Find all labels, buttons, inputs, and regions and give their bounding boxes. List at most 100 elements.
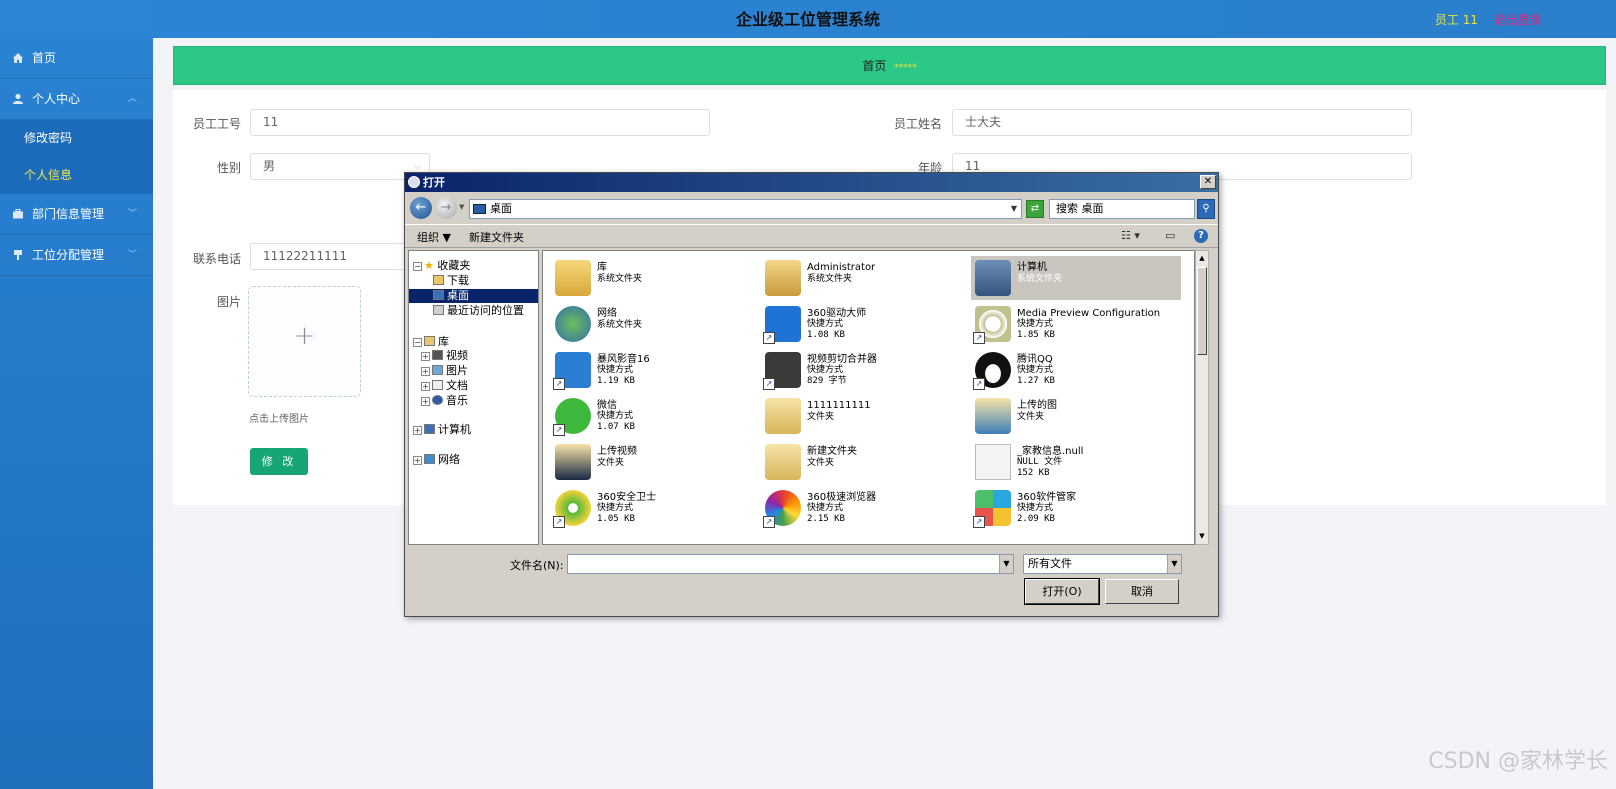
file-item-uploaded-images[interactable]: 上传的图 文件夹 xyxy=(971,394,1181,438)
address-bar[interactable]: 桌面 ▼ xyxy=(469,199,1022,219)
image-upload[interactable]: + xyxy=(248,286,361,397)
view-options-icon[interactable]: ☷ ▾ xyxy=(1121,229,1140,242)
breadcrumb-home[interactable]: 首页 xyxy=(862,59,886,73)
preview-pane-icon[interactable]: ▭ xyxy=(1165,229,1175,242)
shortcut-arrow-icon: ↗ xyxy=(553,424,565,436)
emp-name-field[interactable]: 士大夫 xyxy=(952,109,1412,136)
expand-icon[interactable]: + xyxy=(421,397,430,406)
tree-recent[interactable]: 最近访问的位置 xyxy=(433,304,524,318)
sidebar-subitem-personal-info[interactable]: 个人信息 xyxy=(0,157,153,194)
penguin-icon: ↗ xyxy=(973,352,1011,390)
file-item-baofeng[interactable]: ↗ 暴风影音16 快捷方式 1.19 KB xyxy=(551,348,761,392)
file-size: 829 字节 xyxy=(807,376,847,386)
tree-downloads[interactable]: 下载 xyxy=(433,274,469,288)
network-icon xyxy=(424,454,435,464)
help-icon[interactable]: ? xyxy=(1194,229,1208,243)
tree-music[interactable]: + 音乐 xyxy=(421,394,468,408)
dialog-titlebar[interactable]: 打开 ✕ xyxy=(405,173,1218,192)
file-name: 网络 xyxy=(597,308,617,319)
music-icon xyxy=(432,395,443,405)
file-item-360-safe[interactable]: ↗ 360安全卫士 快捷方式 1.05 KB xyxy=(551,486,761,530)
chevron-down-icon: ﹀ xyxy=(127,250,137,260)
tree-pictures[interactable]: + 图片 xyxy=(421,364,468,378)
submit-button[interactable]: 修 改 xyxy=(250,448,308,475)
file-item-video-cutter[interactable]: ↗ 视频剪切合并器 快捷方式 829 字节 xyxy=(761,348,971,392)
tree-favorites[interactable]: − ★ 收藏夹 xyxy=(413,259,470,273)
tree-documents[interactable]: + 文档 xyxy=(421,379,468,393)
back-arrow-icon[interactable]: ← xyxy=(410,197,432,219)
sidebar-item-station[interactable]: 工位分配管理 ﹀ xyxy=(0,235,153,276)
file-type: 系统文件夹 xyxy=(807,274,853,284)
filetype-value: 所有文件 xyxy=(1028,557,1072,570)
file-item-libraries[interactable]: 库 系统文件夹 xyxy=(551,256,761,300)
expand-icon[interactable]: + xyxy=(421,382,430,391)
file-item-360-software[interactable]: ↗ 360软件管家 快捷方式 2.09 KB xyxy=(971,486,1181,530)
phone-field[interactable]: 11122211111 xyxy=(250,243,430,270)
file-size: 1.07 KB xyxy=(597,422,635,432)
sidebar-item-personal-center[interactable]: 个人中心 ︿ xyxy=(0,79,153,120)
expand-icon[interactable]: + xyxy=(421,352,430,361)
tree-network[interactable]: + 网络 xyxy=(413,453,460,467)
filetype-select[interactable]: 所有文件 ▼ xyxy=(1023,554,1182,574)
emp-no-field[interactable]: 11 xyxy=(250,109,710,136)
history-dropdown-icon[interactable]: ▼ xyxy=(459,203,464,211)
cancel-button[interactable]: 取消 xyxy=(1105,579,1179,604)
file-item-360-driver[interactable]: ↗ 360驱动大师 快捷方式 1.08 KB xyxy=(761,302,971,346)
shortcut-arrow-icon: ↗ xyxy=(763,332,775,344)
sidebar-item-home[interactable]: 首页 xyxy=(0,38,153,79)
file-item-upload-videos[interactable]: 上传视频 文件夹 xyxy=(551,440,761,484)
file-list-scrollbar[interactable]: ▲ ▼ xyxy=(1195,250,1209,545)
tree-desktop[interactable]: 桌面 xyxy=(409,289,538,303)
file-item-qq[interactable]: ↗ 腾讯QQ 快捷方式 1.27 KB xyxy=(971,348,1181,392)
search-icon[interactable]: ⚲ xyxy=(1197,199,1215,219)
open-button[interactable]: 打开(O) xyxy=(1024,578,1100,605)
computer-icon xyxy=(975,260,1011,296)
sidebar: 首页 个人中心 ︿ 修改密码 个人信息 部门信息管理 ﹀ 工位分配管理 ﹀ xyxy=(0,38,153,789)
expand-icon[interactable]: + xyxy=(413,456,422,465)
file-item-360-browser[interactable]: ↗ 360极速浏览器 快捷方式 2.15 KB xyxy=(761,486,971,530)
chevron-down-icon[interactable]: ▼ xyxy=(999,555,1013,573)
upload-hint: 点击上传图片 xyxy=(249,414,309,425)
scroll-down-icon[interactable]: ▼ xyxy=(1197,530,1207,543)
organize-button[interactable]: 组织 ▼ xyxy=(417,229,451,245)
collapse-icon[interactable]: − xyxy=(413,262,422,271)
collapse-icon[interactable]: − xyxy=(413,338,422,347)
file-size: 152 KB xyxy=(1017,468,1050,478)
forward-arrow-icon[interactable]: → xyxy=(435,197,457,219)
file-item-null-file[interactable]: _家教信息.null NULL 文件 152 KB xyxy=(971,440,1181,484)
file-item-media-preview[interactable]: ↗ Media Preview Configuration 快捷方式 1.85 … xyxy=(971,302,1181,346)
tree-label: 网络 xyxy=(438,453,460,466)
scissors-icon: ↗ xyxy=(763,352,801,390)
file-type: 快捷方式 xyxy=(807,365,844,375)
file-item-new-folder[interactable]: 新建文件夹 文件夹 xyxy=(761,440,971,484)
app-icon: ↗ xyxy=(763,306,801,344)
close-icon[interactable]: ✕ xyxy=(1200,175,1216,189)
file-item-computer[interactable]: 计算机 系统文件夹 xyxy=(971,256,1181,300)
scroll-up-icon[interactable]: ▲ xyxy=(1197,252,1207,265)
recent-places-icon xyxy=(433,305,444,315)
file-name: 库 xyxy=(597,262,607,273)
tree-label: 下载 xyxy=(447,274,469,287)
filename-input[interactable]: ▼ xyxy=(567,554,1014,574)
sidebar-item-department[interactable]: 部门信息管理 ﹀ xyxy=(0,194,153,235)
tree-computer[interactable]: + 计算机 xyxy=(413,423,471,437)
scrollbar-thumb[interactable] xyxy=(1197,267,1207,355)
chevron-down-icon[interactable]: ▼ xyxy=(1011,200,1017,218)
expand-icon[interactable]: + xyxy=(413,426,422,435)
file-item-administrator[interactable]: Administrator 系统文件夹 xyxy=(761,256,971,300)
logout-link[interactable]: 退出登录 xyxy=(1494,11,1542,28)
tree-videos[interactable]: + 视频 xyxy=(421,349,468,363)
sidebar-subitem-change-password[interactable]: 修改密码 xyxy=(0,120,153,157)
refresh-icon[interactable]: ⇄ xyxy=(1026,200,1044,218)
plus-icon: + xyxy=(293,321,316,351)
tree-libraries[interactable]: − 库 xyxy=(413,335,449,349)
gender-select[interactable]: 男 ⌵ xyxy=(250,153,430,180)
breadcrumb: 首页 ***** xyxy=(173,46,1606,85)
chevron-down-icon[interactable]: ▼ xyxy=(1167,555,1181,573)
new-folder-button[interactable]: 新建文件夹 xyxy=(469,229,524,245)
expand-icon[interactable]: + xyxy=(421,367,430,376)
file-item-wechat[interactable]: ↗ 微信 快捷方式 1.07 KB xyxy=(551,394,761,438)
file-item-network[interactable]: 网络 系统文件夹 xyxy=(551,302,761,346)
search-input[interactable]: 搜索 桌面 xyxy=(1049,199,1195,219)
file-item-folder-1111[interactable]: 1111111111 文件夹 xyxy=(761,394,971,438)
